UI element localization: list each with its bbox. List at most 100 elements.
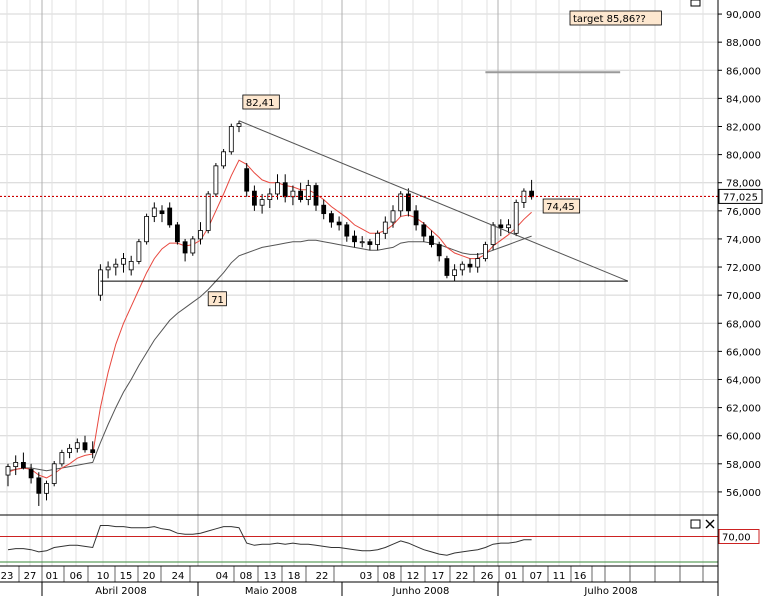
y-tick-label: 74,000 [726,235,761,246]
candle [459,261,465,276]
candle [105,261,111,279]
candle [67,444,72,459]
candle-body [475,258,481,268]
candle [44,480,49,501]
candle [20,452,26,470]
chart: 82,41 71 74,45 target 85,86?? 56,000 58,000 6… [0,0,763,596]
x-tick-label: 17 [432,571,445,582]
candle [482,241,488,262]
candle-body [182,241,188,254]
candle-body [128,261,134,271]
candle-body [352,235,357,243]
grid [0,0,718,566]
candle-body [313,185,319,206]
candle [398,191,404,217]
candle-body [444,258,450,276]
candle [382,216,388,239]
candle-body [90,449,96,453]
x-tick-label: 10 [97,571,110,582]
candle [205,191,211,234]
candle [521,188,527,209]
y-tick-label: 62,000 [726,404,761,415]
candle-body [513,201,519,234]
candle-body [321,204,327,215]
candle-body [198,230,203,240]
x-month-label: Abril 2008 [95,586,146,596]
y-tick-label: 56,000 [726,488,761,499]
x-tick-label: 27 [24,571,37,582]
candle-body [105,266,111,271]
candle [51,460,57,487]
x-tick-label: 06 [70,571,83,582]
target-annotation: target 85,86?? [569,10,662,26]
candle-body [305,185,311,200]
candle [513,199,519,237]
annotation: 71 [207,291,227,307]
candle-body [336,221,342,226]
candle-body [429,235,434,245]
candle [444,255,450,279]
x-tick-label: 22 [316,571,329,582]
candle [282,174,288,203]
panel-controls-top[interactable] [690,0,701,7]
candle [121,252,126,273]
candle [251,185,257,211]
candle [275,174,280,200]
candle [429,230,434,248]
candle [182,238,188,262]
candle [82,435,88,453]
candle [228,123,234,155]
candle-body [452,269,458,276]
candle-body [36,477,42,494]
candle-body [82,442,88,451]
candle [413,205,419,231]
candle [36,472,42,506]
candle-body [113,263,119,268]
candle-body [159,210,165,215]
candle-body [359,241,365,244]
candle [98,264,103,301]
candle-body [28,469,34,479]
annotation-text: 82,41 [246,98,275,109]
x-tick-label: 12 [407,571,420,582]
candle-body [190,238,196,254]
y-tick-label: 86,000 [726,66,761,77]
y-tick-label: 60,000 [726,432,761,443]
x-tick-label: 22 [456,571,469,582]
candle-body [205,193,211,231]
x-tick-label: 24 [172,571,185,582]
candle [328,210,334,228]
y-tick-label: 68,000 [726,319,761,330]
candle [390,205,396,228]
candle-body [144,216,150,243]
candle-body [298,190,304,200]
x-tick-label: 08 [383,571,396,582]
candle-body [498,224,504,229]
annotation: 74,45 [542,198,581,214]
x-tick-label: 18 [288,571,301,582]
candle-body [459,263,465,271]
candle [359,236,365,248]
candle [174,222,180,245]
candle [467,258,473,273]
candle-body [151,207,157,217]
y-tick-label: 70,000 [726,291,761,302]
x-month-label: Junho 2008 [392,586,450,596]
maximize-icon [690,0,701,7]
candle [128,255,134,276]
y-tick-label: 84,000 [726,94,761,105]
annotation-text: 74,45 [546,202,575,213]
candle-body [390,210,396,223]
x-tick-label: 03 [360,571,373,582]
y-tick-label: 76,000 [726,207,761,218]
candle-body [375,232,381,245]
y-tick-label: 82,000 [726,122,761,133]
candle-body [275,182,280,195]
y-tick-label: 58,000 [726,460,761,471]
candle-body [67,447,72,453]
y-tick-label: 72,000 [726,263,761,274]
candle-body [59,452,65,465]
x-tick-label: 13 [264,571,277,582]
last-price-label: 77,025 [723,192,758,203]
close-icon [705,519,715,529]
